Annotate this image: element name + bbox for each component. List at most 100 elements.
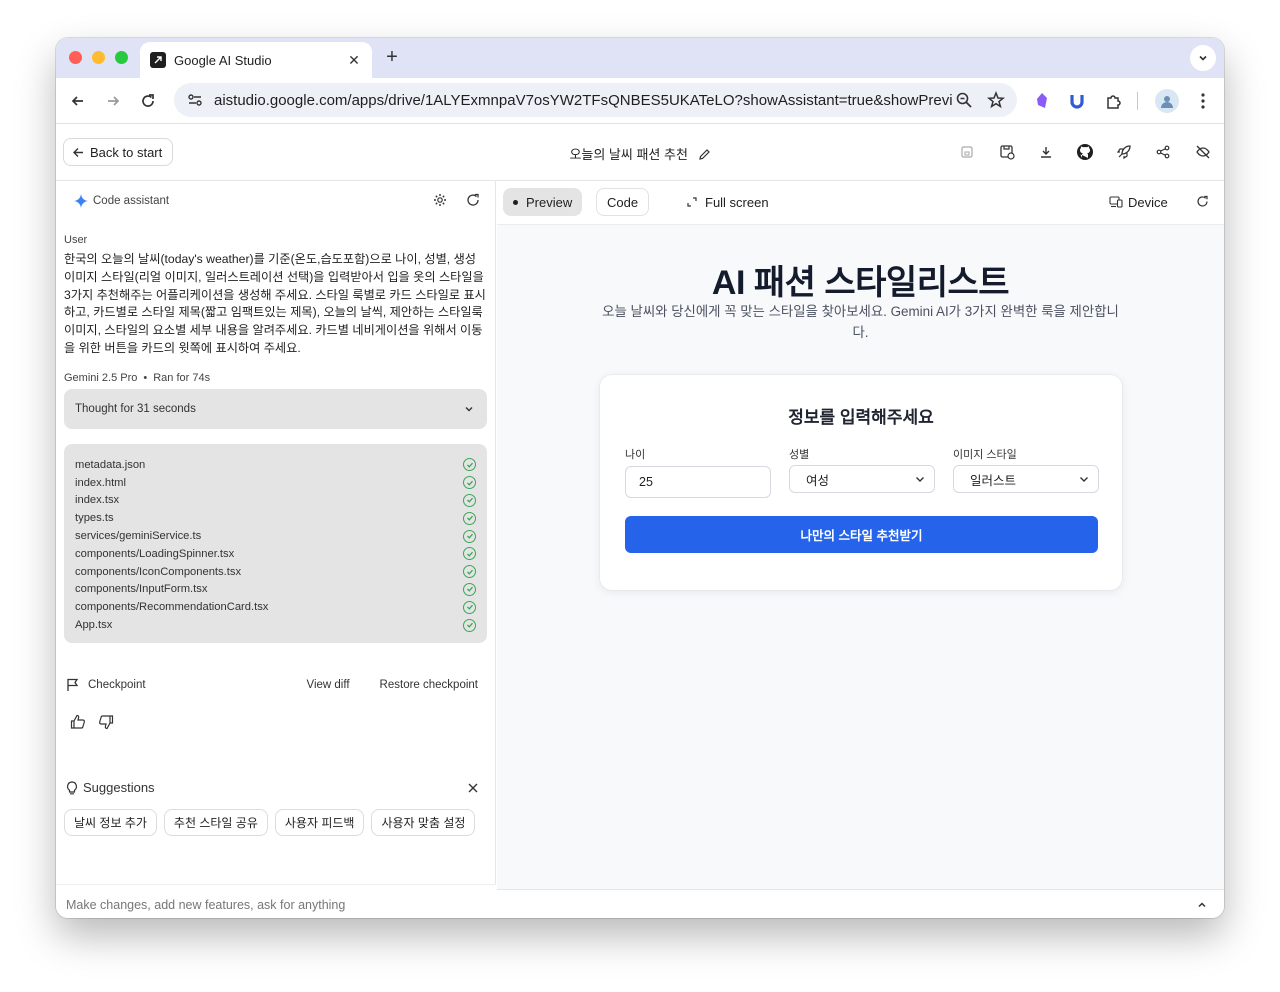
extension-u-icon[interactable] [1066, 90, 1088, 112]
console-bar [497, 889, 1224, 918]
checkpoint-label: Checkpoint [88, 679, 146, 691]
gender-select[interactable]: 여성 [789, 465, 935, 493]
age-input[interactable]: 25 [625, 466, 771, 498]
close-suggestions-icon[interactable] [467, 781, 479, 799]
suggestions-header: Suggestions [66, 780, 155, 795]
check-circle-icon [463, 493, 476, 507]
bookmark-star-icon[interactable] [985, 89, 1007, 111]
reload-icon[interactable] [137, 90, 159, 112]
suggestion-chip[interactable]: 사용자 맞춤 설정 [371, 809, 476, 836]
check-circle-icon [463, 618, 476, 632]
save-to-drive-icon[interactable] [997, 142, 1017, 162]
suggestion-chip[interactable]: 추천 스타일 공유 [163, 809, 268, 836]
settings-gear-icon[interactable] [433, 193, 447, 212]
suggestion-chips: 날씨 정보 추가 추천 스타일 공유 사용자 피드백 사용자 맞춤 설정 [64, 809, 476, 836]
user-prompt-message: 한국의 오늘의 날씨(today's weather)를 기준(온도,습도포함)… [64, 252, 486, 355]
check-circle-icon [463, 476, 476, 490]
file-item[interactable]: components/IconComponents.tsx [75, 563, 476, 581]
site-settings-icon[interactable] [186, 91, 204, 109]
file-item[interactable]: types.ts [75, 509, 476, 527]
suggestion-chip[interactable]: 날씨 정보 추가 [64, 809, 157, 836]
browser-tab[interactable]: Google AI Studio ✕ [140, 42, 372, 78]
image-style-value: 일러스트 [970, 473, 1017, 488]
zoom-icon[interactable] [953, 89, 975, 111]
file-name: components/InputForm.tsx [75, 583, 208, 596]
check-circle-icon [463, 547, 476, 561]
extensions-puzzle-icon[interactable] [1103, 90, 1125, 112]
app-title-text: 오늘의 날씨 패션 추천 [569, 147, 688, 162]
preview-refresh-icon[interactable] [1196, 195, 1209, 213]
age-label: 나이 [625, 449, 646, 461]
back-arrow-icon[interactable] [67, 90, 89, 112]
tab-close-icon[interactable]: ✕ [346, 52, 362, 69]
preview-tabs: Preview Code Full screen Device [497, 181, 1224, 225]
image-style-label: 이미지 스타일 [953, 449, 1017, 461]
device-button[interactable]: Device [1099, 188, 1178, 216]
refresh-icon[interactable] [466, 193, 480, 212]
tab-bar: Google AI Studio ✕ + [56, 38, 1224, 78]
url-domain: aistudio.google.com [214, 91, 348, 109]
hide-assistant-icon[interactable] [1193, 142, 1213, 162]
model-info: Gemini 2.5 Pro • Ran for 74s [64, 372, 210, 384]
address-bar[interactable]: aistudio.google.com/apps/drive/1ALYExmnp… [174, 83, 1017, 117]
thumbs-up-icon[interactable] [70, 714, 86, 735]
browser-menu-icon[interactable] [1192, 90, 1214, 112]
file-item[interactable]: components/InputForm.tsx [75, 581, 476, 599]
code-assistant-title: Code assistant [93, 195, 170, 207]
minimize-window-button[interactable] [92, 51, 105, 64]
tab-preview-label: Preview [526, 194, 573, 210]
file-name: services/geminiService.ts [75, 530, 202, 543]
thumbs-down-icon[interactable] [98, 714, 114, 735]
github-icon[interactable] [1075, 142, 1095, 162]
download-icon[interactable] [1036, 142, 1056, 162]
file-item[interactable]: App.tsx [75, 616, 476, 634]
checkpoint-row: Checkpoint View diff Restore checkpoint [66, 676, 478, 694]
forward-arrow-icon[interactable] [102, 90, 124, 112]
suggestions-label: Suggestions [83, 780, 155, 795]
check-circle-icon [463, 458, 476, 472]
suggestion-chip[interactable]: 사용자 피드백 [274, 809, 365, 836]
share-icon[interactable] [1153, 142, 1173, 162]
save-icon[interactable] [957, 142, 977, 162]
maximize-window-button[interactable] [115, 51, 128, 64]
generated-files-list: metadata.json index.html index.tsx types… [64, 444, 487, 643]
file-item[interactable]: components/LoadingSpinner.tsx [75, 545, 476, 563]
file-item[interactable]: index.html [75, 474, 476, 492]
chevron-down-icon [1199, 55, 1207, 61]
feedback-buttons [70, 714, 114, 735]
file-name: index.tsx [75, 494, 120, 507]
view-diff-button[interactable]: View diff [307, 679, 350, 691]
get-recommendation-button[interactable]: 나만의 스타일 추천받기 [625, 516, 1098, 553]
hero-subtitle: 오늘 날씨와 당신에게 꼭 맞는 스타일을 찾아보세요. Gemini AI가 … [602, 304, 1119, 340]
preview-panel: Preview Code Full screen Device AI 패션 스타… [497, 181, 1224, 918]
file-item[interactable]: metadata.json [75, 456, 476, 474]
tab-search-button[interactable] [1190, 45, 1216, 71]
active-dot-icon [513, 199, 518, 205]
tab-code[interactable]: Code [596, 188, 650, 216]
form-title: 정보를 입력해주세요 [788, 408, 934, 427]
browser-window: Google AI Studio ✕ + aistudio.google.com… [56, 38, 1224, 918]
extension-obsidian-icon[interactable] [1031, 90, 1053, 112]
image-style-select[interactable]: 일러스트 [953, 465, 1099, 493]
file-item[interactable]: index.tsx [75, 492, 476, 510]
tab-preview[interactable]: Preview [503, 188, 583, 216]
file-item[interactable]: services/geminiService.ts [75, 527, 476, 545]
thought-expander[interactable]: Thought for 31 seconds [64, 389, 487, 429]
chevron-up-icon[interactable] [1196, 898, 1208, 916]
thought-label: Thought for 31 seconds [75, 403, 196, 415]
input-form-card: 정보를 입력해주세요 나이 25 성별 여성 이미지 스타일 일러스트 나만의 … [600, 375, 1122, 590]
file-item[interactable]: components/RecommendationCard.tsx [75, 598, 476, 616]
profile-avatar[interactable] [1155, 89, 1179, 113]
composer-input[interactable]: Make changes, add new features, ask for … [66, 898, 345, 912]
url-text: aistudio.google.com/apps/drive/1ALYExmnp… [214, 92, 953, 109]
pencil-edit-icon[interactable] [698, 148, 711, 164]
deploy-rocket-icon[interactable] [1114, 142, 1134, 162]
file-name: index.html [75, 476, 126, 489]
file-name: types.ts [75, 512, 114, 525]
user-label: User [64, 234, 88, 246]
full-screen-button[interactable]: Full screen [677, 188, 779, 216]
browser-toolbar: aistudio.google.com/apps/drive/1ALYExmnp… [56, 78, 1224, 124]
restore-checkpoint-button[interactable]: Restore checkpoint [380, 679, 478, 691]
close-window-button[interactable] [69, 51, 82, 64]
new-tab-button[interactable]: + [382, 47, 402, 67]
